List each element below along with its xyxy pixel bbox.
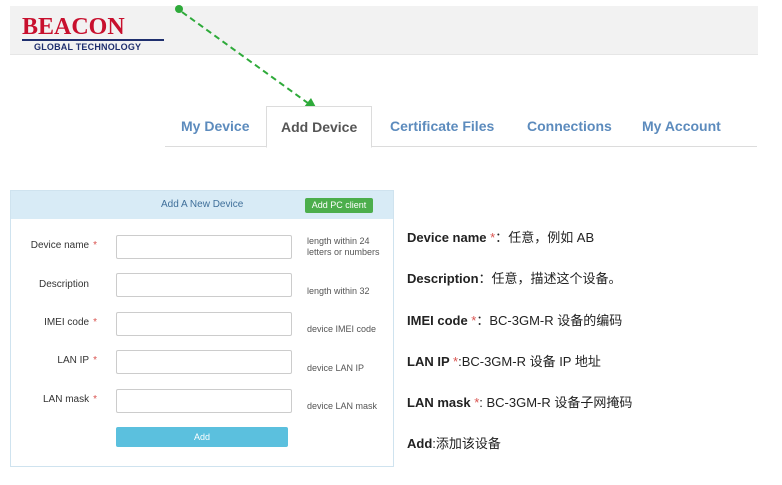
add-button[interactable]: Add: [116, 427, 288, 447]
device-name-label: Device name *: [30, 240, 97, 251]
device-name-hint: length within 24 letters or numbers: [307, 236, 380, 257]
required-marker: *: [93, 317, 97, 328]
imei-code-label: IMEI code *: [44, 317, 97, 328]
main-tabs: My Device Add Device Certificate Files C…: [165, 106, 757, 148]
description-hint: length within 32: [307, 286, 370, 296]
note-lan-ip: LAN IP *:BC-3GM-R 设备 IP 地址: [407, 354, 601, 369]
tab-connections[interactable]: Connections: [527, 106, 612, 146]
tab-add-device[interactable]: Add Device: [266, 106, 373, 148]
required-marker: *: [93, 394, 97, 405]
note-add: Add:添加该设备: [407, 436, 501, 451]
note-lan-mask: LAN mask *: BC-3GM-R 设备子网掩码: [407, 395, 633, 410]
required-marker: *: [93, 355, 97, 366]
lan-ip-label: LAN IP *: [57, 355, 97, 366]
tab-my-device[interactable]: My Device: [181, 106, 249, 146]
add-pc-client-button[interactable]: Add PC client: [305, 198, 373, 213]
required-marker: *: [93, 240, 97, 251]
description-input[interactable]: [116, 273, 292, 297]
device-name-input[interactable]: [116, 235, 292, 259]
tab-my-account[interactable]: My Account: [642, 106, 721, 146]
note-description: Description：任意，描述这个设备。: [407, 271, 622, 286]
note-device-name: Device name *：任意，例如 AB: [407, 230, 595, 245]
imei-code-input[interactable]: [116, 312, 292, 336]
lan-ip-hint: device LAN IP: [307, 363, 365, 373]
description-label: Description: [38, 279, 89, 290]
add-device-form: Add A New Device Add PC client Device na…: [10, 190, 394, 467]
lan-mask-label: LAN mask *: [42, 394, 97, 405]
imei-code-hint: device IMEI code: [307, 324, 377, 334]
note-imei-code: IMEI code *：BC-3GM-R 设备的编码: [407, 313, 623, 328]
lan-ip-input[interactable]: [116, 350, 292, 374]
lan-mask-hint: device LAN mask: [307, 401, 378, 411]
form-title: Add A New Device: [161, 199, 244, 210]
lan-mask-input[interactable]: [116, 389, 292, 413]
form-header: Add A New Device Add PC client: [11, 191, 393, 219]
tab-certificate-files[interactable]: Certificate Files: [390, 106, 494, 146]
